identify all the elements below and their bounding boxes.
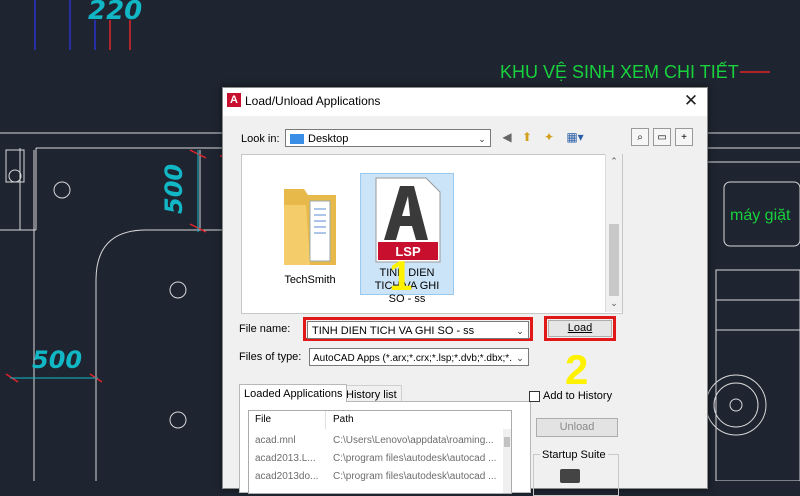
loaded-applications-list[interactable]: File Path acad.mnl C:\Users\Lenovo\appdat… [248, 410, 512, 494]
chevron-down-icon: ⌄ [476, 130, 488, 146]
load-unload-applications-dialog: A Load/Unload Applications ✕ Look in: De… [222, 87, 708, 496]
files-of-type-label: Files of type: [239, 351, 302, 363]
back-icon[interactable]: ◀ [498, 128, 516, 146]
chevron-down-icon[interactable]: ⌄ [514, 322, 526, 338]
search-web-icon[interactable]: ⌕ [631, 128, 649, 146]
startup-suite-group: Startup Suite [533, 449, 619, 496]
unload-button[interactable]: Unload [536, 418, 618, 437]
file-name-techsmith: TechSmith [284, 274, 336, 286]
look-in-dropdown[interactable]: Desktop ⌄ [285, 129, 491, 147]
files-of-type-dropdown[interactable]: AutoCAD Apps (*.arx;*.crx;*.lsp;*.dvb;*.… [309, 348, 529, 366]
list-scrollbar[interactable] [503, 429, 511, 493]
desktop-icon [290, 134, 304, 145]
row-file: acad2013.L... [255, 453, 316, 464]
new-folder-icon[interactable]: ✦ [540, 128, 558, 146]
folder-icon [284, 189, 336, 265]
row-path: C:\program files\autodesk\autocad ... [333, 471, 497, 482]
row-file: acad.mnl [255, 435, 296, 446]
list-item[interactable]: acad.mnl C:\Users\Lenovo\appdata\roaming.… [249, 433, 511, 449]
scroll-down-icon[interactable]: ⌄ [606, 298, 622, 309]
find-icon[interactable]: ▭ [653, 128, 671, 146]
list-item[interactable]: acad2013.L... C:\program files\autodesk\a… [249, 451, 511, 467]
dimension-label-top: 220 [88, 0, 143, 26]
add-to-history-label[interactable]: Add to History [543, 390, 612, 402]
look-in-label: Look in: [241, 133, 280, 145]
file-name-value: TINH DIEN TICH VA GHI SO - ss [312, 325, 475, 337]
file-name-input[interactable]: TINH DIEN TICH VA GHI SO - ss ⌄ [307, 321, 529, 339]
scrollbar-thumb[interactable] [609, 224, 619, 296]
note-title: KHU VỆ SINH XEM CHI TIẾT [500, 62, 739, 82]
dimension-label-bottom: 500 [32, 346, 83, 374]
dialog-titlebar[interactable]: A Load/Unload Applications ✕ [223, 88, 707, 116]
files-of-type-value: AutoCAD Apps (*.arx;*.crx;*.lsp;*.dvb;*.… [313, 353, 512, 364]
look-in-value: Desktop [308, 133, 349, 145]
startup-suite-label: Startup Suite [540, 449, 608, 461]
row-file: acad2013do... [255, 471, 319, 482]
tab-loaded-applications[interactable]: Loaded Applications [239, 384, 348, 402]
dialog-title: Load/Unload Applications [245, 94, 381, 108]
list-item[interactable]: acad2013do... C:\program files\autodesk\a… [249, 469, 511, 485]
row-path: C:\Users\Lenovo\appdata\roaming... [333, 435, 494, 446]
step-marker-2: 2 [565, 346, 589, 393]
step-marker-1: 1 [389, 252, 413, 299]
autocad-app-icon: A [227, 93, 241, 107]
loaded-applications-panel: File Path acad.mnl C:\Users\Lenovo\appdat… [239, 401, 531, 494]
scroll-up-icon[interactable]: ⌃ [606, 156, 622, 167]
row-path: C:\program files\autodesk\autocad ... [333, 453, 497, 464]
column-header-path[interactable]: Path [333, 411, 503, 429]
views-icon[interactable]: ▦▾ [563, 128, 587, 146]
dimension-label-left: 500 [160, 163, 188, 214]
file-list-scrollbar[interactable]: ⌃ ⌄ [605, 154, 622, 312]
chevron-down-icon[interactable]: ⌄ [514, 349, 526, 365]
file-list-pane[interactable]: TechSmith LSP TINH DIEN TICH VA GHI SO -… [241, 154, 623, 314]
lsp-file-icon: LSP [375, 177, 441, 263]
list-scrollbar-thumb[interactable] [504, 437, 510, 447]
file-item-techsmith[interactable]: TechSmith [268, 179, 352, 299]
close-icon[interactable]: ✕ [681, 91, 701, 111]
load-button[interactable]: Load [548, 320, 612, 337]
file-name-label: File name: [239, 323, 291, 335]
add-favorites-icon[interactable]: + [675, 128, 693, 146]
up-folder-icon[interactable]: ⬆ [518, 128, 536, 146]
column-header-file[interactable]: File [255, 411, 326, 429]
note-washing-machine: máy giặt [730, 207, 791, 224]
add-to-history-checkbox[interactable] [529, 391, 540, 402]
